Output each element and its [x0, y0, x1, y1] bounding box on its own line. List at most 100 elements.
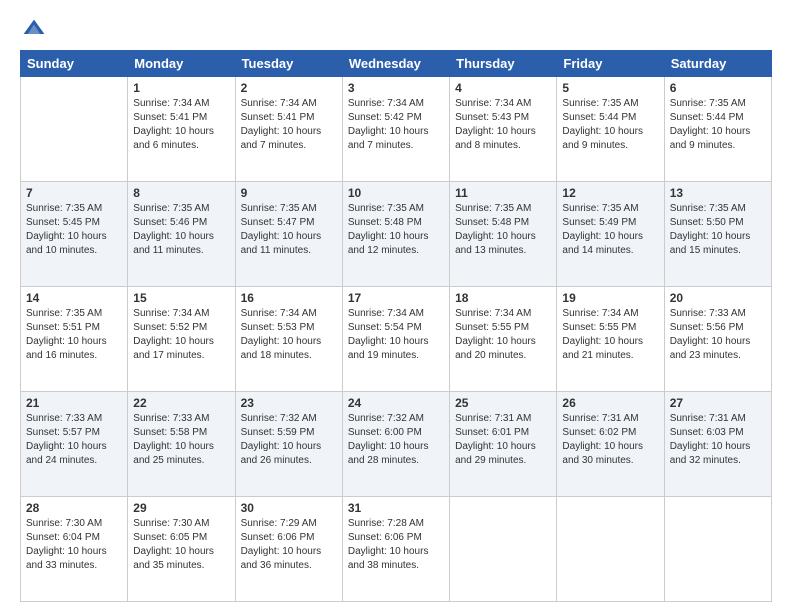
day-number: 14 — [26, 291, 122, 305]
day-number: 23 — [241, 396, 337, 410]
day-cell: 10 Sunrise: 7:35 AM Sunset: 5:48 PM Dayli… — [342, 182, 449, 287]
day-cell: 29 Sunrise: 7:30 AM Sunset: 6:05 PM Dayli… — [128, 497, 235, 602]
day-number: 27 — [670, 396, 766, 410]
header-cell-friday: Friday — [557, 51, 664, 77]
day-cell: 3 Sunrise: 7:34 AM Sunset: 5:42 PM Daylig… — [342, 77, 449, 182]
day-info: Sunrise: 7:28 AM Sunset: 6:06 PM Dayligh… — [348, 517, 444, 573]
day-info: Sunrise: 7:34 AM Sunset: 5:41 PM Dayligh… — [241, 97, 337, 153]
day-info: Sunrise: 7:35 AM Sunset: 5:46 PM Dayligh… — [133, 202, 229, 258]
day-info: Sunrise: 7:35 AM Sunset: 5:50 PM Dayligh… — [670, 202, 766, 258]
header — [20, 18, 772, 42]
day-cell: 8 Sunrise: 7:35 AM Sunset: 5:46 PM Daylig… — [128, 182, 235, 287]
week-row-2: 14Sunrise: 7:35 AM Sunset: 5:51 PM Dayli… — [21, 287, 772, 392]
logo — [20, 18, 46, 42]
day-number: 24 — [348, 396, 444, 410]
day-cell: 30 Sunrise: 7:29 AM Sunset: 6:06 PM Dayli… — [235, 497, 342, 602]
day-info: Sunrise: 7:35 AM Sunset: 5:44 PM Dayligh… — [670, 97, 766, 153]
day-number: 5 — [562, 81, 658, 95]
day-info: Sunrise: 7:34 AM Sunset: 5:43 PM Dayligh… — [455, 97, 551, 153]
day-number: 29 — [133, 501, 229, 515]
day-cell: 4Sunrise: 7:34 AM Sunset: 5:43 PM Daylig… — [450, 77, 557, 182]
day-cell: 13 Sunrise: 7:35 AM Sunset: 5:50 PM Dayli… — [664, 182, 771, 287]
day-info: Sunrise: 7:30 AM Sunset: 6:04 PM Dayligh… — [26, 517, 122, 573]
day-number: 9 — [241, 186, 337, 200]
day-number: 3 — [348, 81, 444, 95]
day-cell: 23Sunrise: 7:32 AM Sunset: 5:59 PM Dayli… — [235, 392, 342, 497]
day-info: Sunrise: 7:32 AM Sunset: 6:00 PM Dayligh… — [348, 412, 444, 468]
day-info: Sunrise: 7:31 AM Sunset: 6:02 PM Dayligh… — [562, 412, 658, 468]
header-cell-monday: Monday — [128, 51, 235, 77]
day-cell — [664, 497, 771, 602]
day-number: 8 — [133, 186, 229, 200]
week-row-3: 21 Sunrise: 7:33 AM Sunset: 5:57 PM Dayli… — [21, 392, 772, 497]
day-number: 19 — [562, 291, 658, 305]
day-number: 31 — [348, 501, 444, 515]
day-cell: 24 Sunrise: 7:32 AM Sunset: 6:00 PM Dayli… — [342, 392, 449, 497]
day-number: 20 — [670, 291, 766, 305]
day-cell: 26 Sunrise: 7:31 AM Sunset: 6:02 PM Dayli… — [557, 392, 664, 497]
day-cell: 9 Sunrise: 7:35 AM Sunset: 5:47 PM Daylig… — [235, 182, 342, 287]
day-cell: 28Sunrise: 7:30 AM Sunset: 6:04 PM Dayli… — [21, 497, 128, 602]
calendar-table: SundayMondayTuesdayWednesdayThursdayFrid… — [20, 50, 772, 602]
day-number: 12 — [562, 186, 658, 200]
day-info: Sunrise: 7:34 AM Sunset: 5:52 PM Dayligh… — [133, 307, 229, 363]
day-number: 16 — [241, 291, 337, 305]
day-info: Sunrise: 7:33 AM Sunset: 5:58 PM Dayligh… — [133, 412, 229, 468]
day-cell: 19 Sunrise: 7:34 AM Sunset: 5:55 PM Dayli… — [557, 287, 664, 392]
day-info: Sunrise: 7:34 AM Sunset: 5:53 PM Dayligh… — [241, 307, 337, 363]
day-number: 17 — [348, 291, 444, 305]
day-info: Sunrise: 7:33 AM Sunset: 5:57 PM Dayligh… — [26, 412, 122, 468]
day-number: 10 — [348, 186, 444, 200]
day-number: 22 — [133, 396, 229, 410]
day-number: 18 — [455, 291, 551, 305]
day-info: Sunrise: 7:30 AM Sunset: 6:05 PM Dayligh… — [133, 517, 229, 573]
week-row-4: 28Sunrise: 7:30 AM Sunset: 6:04 PM Dayli… — [21, 497, 772, 602]
day-info: Sunrise: 7:35 AM Sunset: 5:47 PM Dayligh… — [241, 202, 337, 258]
header-row: SundayMondayTuesdayWednesdayThursdayFrid… — [21, 51, 772, 77]
day-info: Sunrise: 7:29 AM Sunset: 6:06 PM Dayligh… — [241, 517, 337, 573]
header-cell-tuesday: Tuesday — [235, 51, 342, 77]
day-cell — [21, 77, 128, 182]
day-info: Sunrise: 7:35 AM Sunset: 5:48 PM Dayligh… — [348, 202, 444, 258]
day-cell: 12 Sunrise: 7:35 AM Sunset: 5:49 PM Dayli… — [557, 182, 664, 287]
day-number: 13 — [670, 186, 766, 200]
day-cell: 17 Sunrise: 7:34 AM Sunset: 5:54 PM Dayli… — [342, 287, 449, 392]
day-info: Sunrise: 7:34 AM Sunset: 5:42 PM Dayligh… — [348, 97, 444, 153]
header-cell-sunday: Sunday — [21, 51, 128, 77]
day-cell: 20Sunrise: 7:33 AM Sunset: 5:56 PM Dayli… — [664, 287, 771, 392]
day-cell: 6 Sunrise: 7:35 AM Sunset: 5:44 PM Daylig… — [664, 77, 771, 182]
day-number: 11 — [455, 186, 551, 200]
day-number: 15 — [133, 291, 229, 305]
day-info: Sunrise: 7:35 AM Sunset: 5:45 PM Dayligh… — [26, 202, 122, 258]
day-number: 2 — [241, 81, 337, 95]
page: SundayMondayTuesdayWednesdayThursdayFrid… — [0, 0, 792, 612]
day-number: 25 — [455, 396, 551, 410]
day-cell: 18Sunrise: 7:34 AM Sunset: 5:55 PM Dayli… — [450, 287, 557, 392]
day-info: Sunrise: 7:34 AM Sunset: 5:41 PM Dayligh… — [133, 97, 229, 153]
day-number: 21 — [26, 396, 122, 410]
day-cell: 2 Sunrise: 7:34 AM Sunset: 5:41 PM Daylig… — [235, 77, 342, 182]
day-number: 1 — [133, 81, 229, 95]
day-info: Sunrise: 7:34 AM Sunset: 5:55 PM Dayligh… — [562, 307, 658, 363]
day-cell: 21 Sunrise: 7:33 AM Sunset: 5:57 PM Dayli… — [21, 392, 128, 497]
logo-text — [20, 18, 46, 42]
day-number: 6 — [670, 81, 766, 95]
day-cell: 31 Sunrise: 7:28 AM Sunset: 6:06 PM Dayli… — [342, 497, 449, 602]
day-info: Sunrise: 7:31 AM Sunset: 6:03 PM Dayligh… — [670, 412, 766, 468]
header-cell-wednesday: Wednesday — [342, 51, 449, 77]
day-info: Sunrise: 7:35 AM Sunset: 5:44 PM Dayligh… — [562, 97, 658, 153]
day-number: 30 — [241, 501, 337, 515]
header-cell-thursday: Thursday — [450, 51, 557, 77]
day-cell: 25Sunrise: 7:31 AM Sunset: 6:01 PM Dayli… — [450, 392, 557, 497]
day-cell: 5 Sunrise: 7:35 AM Sunset: 5:44 PM Daylig… — [557, 77, 664, 182]
day-number: 7 — [26, 186, 122, 200]
header-cell-saturday: Saturday — [664, 51, 771, 77]
day-number: 26 — [562, 396, 658, 410]
day-cell: 11Sunrise: 7:35 AM Sunset: 5:48 PM Dayli… — [450, 182, 557, 287]
day-info: Sunrise: 7:34 AM Sunset: 5:54 PM Dayligh… — [348, 307, 444, 363]
day-info: Sunrise: 7:35 AM Sunset: 5:49 PM Dayligh… — [562, 202, 658, 258]
day-cell: 15 Sunrise: 7:34 AM Sunset: 5:52 PM Dayli… — [128, 287, 235, 392]
logo-icon — [22, 18, 46, 42]
week-row-0: 1 Sunrise: 7:34 AM Sunset: 5:41 PM Daylig… — [21, 77, 772, 182]
day-cell: 22 Sunrise: 7:33 AM Sunset: 5:58 PM Dayli… — [128, 392, 235, 497]
